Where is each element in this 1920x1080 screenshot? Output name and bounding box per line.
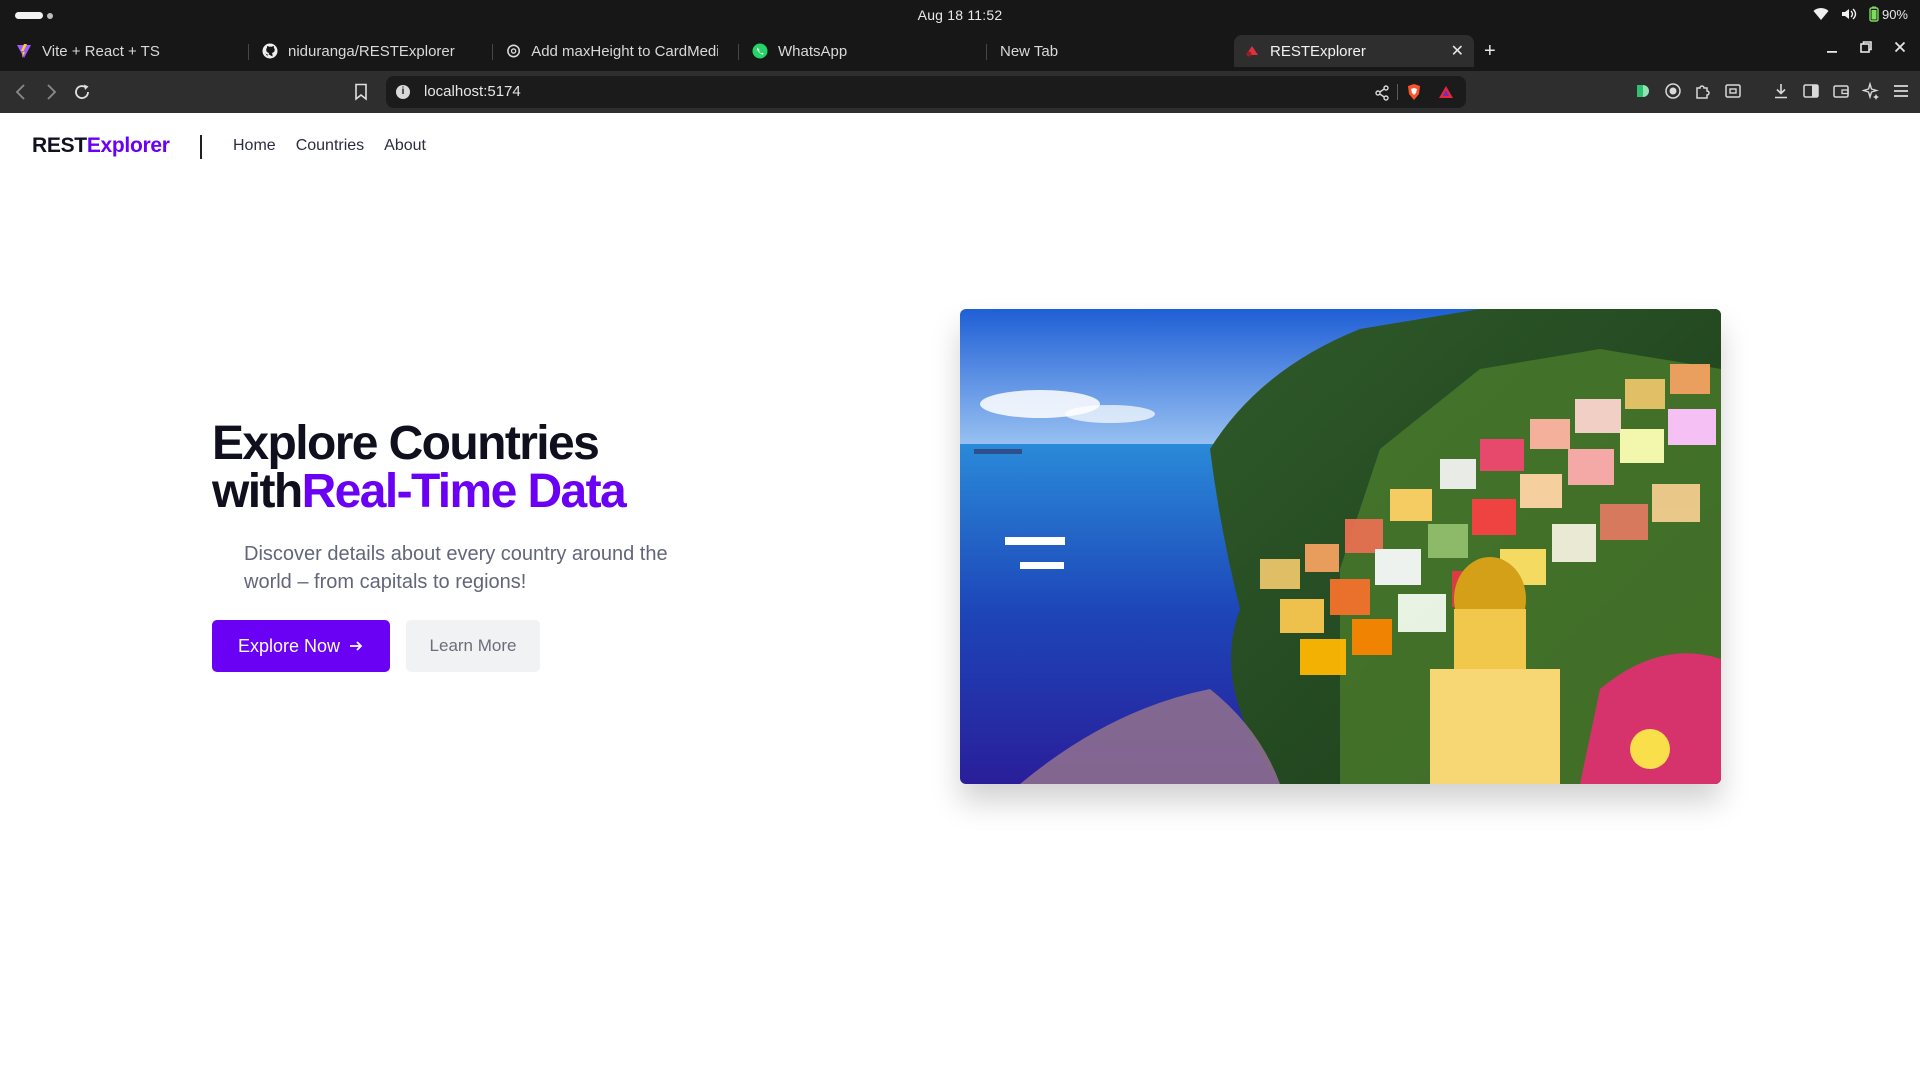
url-text[interactable]: localhost:5174 [424,83,521,100]
battery-level: 90% [1881,6,1908,22]
hero-title-accent: Real-Time Data [301,465,627,518]
new-tab-button[interactable]: + [1484,40,1496,63]
hero-image [960,309,1721,784]
whatsapp-icon [752,43,768,59]
logo-text-rest: REST [32,134,87,157]
tab-restexplorer[interactable]: RESTExplorer ✕ [1234,35,1474,67]
explore-now-button[interactable]: Explore Now [212,620,390,672]
learn-more-label: Learn More [429,636,517,655]
hero-subtitle: Discover details about every country aro… [244,543,668,593]
media-record-icon[interactable] [1664,82,1682,100]
tab-label: Vite + React + TS [42,42,160,60]
browser-tab-strip: Vite + React + TS niduranga/RESTExplorer… [0,31,1920,71]
web-page: RESTExplorer Home Countries About Explor… [0,113,1920,1080]
forward-icon[interactable] [44,83,58,101]
brave-shields-icon[interactable] [1406,83,1422,101]
nav-link-countries[interactable]: Countries [296,137,364,155]
tab-label: WhatsApp [778,42,848,60]
nav-links: Home Countries About [233,137,426,155]
tab-separator [492,44,493,60]
browser-toolbar: i localhost:5174 [0,71,1920,113]
site-info-icon[interactable]: i [396,85,410,99]
explore-now-label: Explore Now [237,635,341,656]
bookmark-icon[interactable] [354,83,368,101]
vite-icon [17,44,31,58]
nav-link-about[interactable]: About [384,137,426,155]
nav-link-home[interactable]: Home [233,137,276,155]
arrow-right-icon [350,641,363,651]
tab-label: Add maxHeight to CardMedia [531,42,718,60]
close-tab-icon[interactable]: ✕ [1451,41,1464,61]
system-tray[interactable]: 90% [1813,6,1908,22]
sidebar-icon[interactable] [1802,82,1820,100]
minimize-icon[interactable] [1826,40,1838,54]
download-icon[interactable] [1772,82,1790,100]
screenshot-icon[interactable] [1724,82,1742,100]
nav-divider [200,135,202,159]
tab-separator [248,44,249,60]
extension-icons [1634,82,1910,100]
os-top-bar: Aug 18 11:52 90% [0,0,1920,31]
tab-separator [738,44,739,60]
tab-chatgpt[interactable]: Add maxHeight to CardMedia [496,35,728,67]
reload-icon[interactable] [73,83,91,101]
tab-label: niduranga/RESTExplorer [288,42,455,60]
app-favicon [1246,46,1258,57]
learn-more-button[interactable]: Learn More [406,620,540,672]
window-controls [1826,40,1906,54]
volume-icon [1841,8,1857,20]
address-bar[interactable]: i localhost:5174 [386,76,1466,108]
brave-rewards-icon[interactable] [1438,84,1454,100]
site-navbar: RESTExplorer Home Countries About [0,113,1920,181]
battery-icon [1869,6,1879,22]
tab-whatsapp[interactable]: WhatsApp [742,35,982,67]
tab-label: New Tab [1000,42,1059,60]
github-icon [262,43,278,59]
openai-icon [507,44,521,58]
tab-label: RESTExplorer [1270,42,1366,60]
back-icon[interactable] [14,83,28,101]
wallet-icon[interactable] [1832,82,1850,100]
hero-title-line1: Explore Countries [212,417,600,470]
leo-ai-icon[interactable] [1862,82,1880,100]
tab-separator [986,44,987,60]
extensions-puzzle-icon[interactable] [1694,82,1712,100]
site-logo[interactable]: RESTExplorer [32,134,170,158]
tab-vite[interactable]: Vite + React + TS [6,35,246,67]
logo-text-explorer: Explorer [86,134,170,157]
restore-icon[interactable] [1860,40,1872,54]
hero-title-plain: with [212,465,303,518]
os-clock[interactable]: Aug 18 11:52 [0,7,1920,23]
close-window-icon[interactable] [1894,40,1906,54]
extension-green-icon[interactable] [1634,82,1652,100]
hero-title: Explore Countries withReal-Time Data [212,417,627,518]
share-icon[interactable] [1374,85,1390,101]
address-divider [1397,84,1398,100]
coastal-village-photo [960,309,1721,784]
tab-new-tab[interactable]: New Tab [990,35,1230,67]
menu-icon[interactable] [1892,82,1910,100]
wifi-icon [1813,8,1829,20]
tab-github[interactable]: niduranga/RESTExplorer [252,35,486,67]
